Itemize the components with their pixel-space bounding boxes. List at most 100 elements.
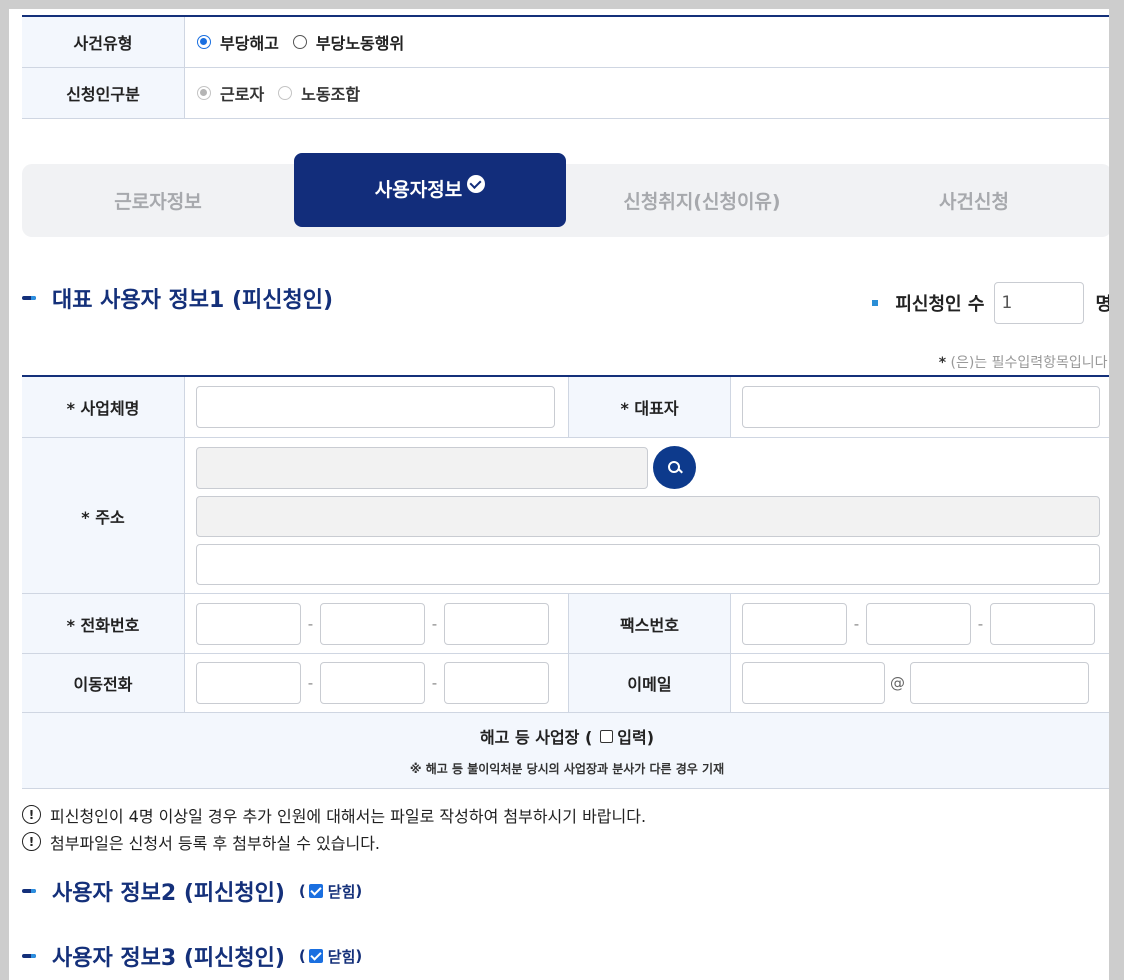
applicant-type-label: 신청인구분	[22, 68, 185, 118]
tab-application-purpose[interactable]: 신청취지(신청이유)	[566, 164, 838, 237]
respondent-count: 피신청인 수 1 명	[872, 282, 1109, 324]
phone-input-3[interactable]	[444, 602, 549, 645]
section3-heading: 사용자 정보3 (피신청인) (닫힘)	[22, 940, 362, 972]
radio-unselected-icon[interactable]	[292, 35, 307, 49]
radio-unfair-labor-practice[interactable]: 부당노동행위	[292, 30, 405, 54]
notice-item: ! 첨부파일은 신청서 등록 후 첨부하실 수 있습니다.	[22, 828, 646, 855]
email-cell: @	[731, 654, 1109, 712]
radio-selected-icon[interactable]	[197, 35, 211, 49]
tab-case-application[interactable]: 사건신청	[838, 164, 1109, 237]
zip-row	[196, 446, 1101, 489]
radio-disabled-icon	[278, 86, 293, 100]
tab-worker-info[interactable]: 근로자정보	[22, 164, 294, 237]
tab-label: 근로자정보	[114, 191, 202, 213]
search-icon	[667, 460, 682, 475]
respondent-count-input[interactable]: 1	[994, 282, 1085, 324]
fax-input-3[interactable]	[990, 602, 1095, 645]
hyphen: -	[853, 614, 860, 633]
required-star: *	[938, 355, 947, 371]
workplace-input-checkbox[interactable]	[600, 729, 614, 743]
case-info-table: 사건유형 부당해고 부당노동행위 신청인구분 근로자 노동조합	[22, 15, 1109, 119]
radio-label: 부당노동행위	[315, 34, 405, 53]
section2-heading: 사용자 정보2 (피신청인) (닫힘)	[22, 875, 362, 907]
email-id-input[interactable]	[742, 662, 885, 704]
section-dash-icon	[22, 296, 36, 300]
section1-title: 대표 사용자 정보1 (피신청인)	[52, 288, 334, 313]
hyphen: -	[431, 674, 438, 692]
case-type-row: 사건유형 부당해고 부당노동행위	[22, 17, 1109, 68]
hyphen: -	[307, 674, 314, 692]
check-circle-icon	[467, 175, 486, 193]
representative-input[interactable]	[742, 386, 1100, 428]
applicant-type-row: 신청인구분 근로자 노동조합	[22, 68, 1109, 119]
section-dash-icon	[22, 889, 36, 893]
form-row-phone: * 전화번호 - - 팩스번호 - -	[22, 594, 1109, 654]
mobile-label: 이동전화	[22, 654, 185, 712]
phone-label: * 전화번호	[22, 594, 185, 653]
tab-label: 사용자정보	[374, 179, 463, 201]
mobile-cell: - -	[185, 654, 568, 712]
fax-label: 팩스번호	[568, 594, 731, 653]
address-detail-input[interactable]	[196, 544, 1100, 585]
notice-text: 첨부파일은 신청서 등록 후 첨부하실 수 있습니다.	[50, 833, 381, 853]
applicant-type-options: 근로자 노동조합	[185, 68, 1109, 118]
checkbox-checked-icon[interactable]	[308, 884, 323, 898]
address-input[interactable]	[196, 496, 1100, 537]
representative-label: * 대표자	[568, 377, 731, 437]
workplace-title: 해고 등 사업장 ( 입력)	[480, 724, 654, 748]
employer-form: * 사업체명 * 대표자 * 주소 * 전화번호 - - 팩스번호 - - 이동…	[22, 375, 1109, 789]
exclamation-circle-icon: !	[22, 832, 41, 851]
page: 사건유형 부당해고 부당노동행위 신청인구분 근로자 노동조합 근로자정보 사용…	[9, 9, 1109, 980]
section3-close-toggle[interactable]: (닫힘)	[299, 946, 362, 967]
required-note-text: (은)는 필수입력항목입니다.	[950, 355, 1109, 371]
radio-unfair-dismissal[interactable]: 부당해고	[197, 30, 279, 54]
exclamation-circle-icon: !	[22, 805, 41, 824]
phone-input-1[interactable]	[196, 602, 301, 645]
workplace-input-label: 입력)	[617, 728, 655, 747]
phone-cell: - -	[185, 594, 568, 653]
mobile-input-2[interactable]	[320, 662, 425, 704]
form-row-mobile: 이동전화 - - 이메일 @	[22, 654, 1109, 713]
zipcode-input[interactable]	[196, 446, 648, 489]
section3-title: 사용자 정보3 (피신청인)	[52, 946, 285, 971]
fax-input-1[interactable]	[742, 602, 847, 645]
form-row-address: * 주소	[22, 438, 1109, 594]
fax-cell: - -	[731, 594, 1109, 653]
workplace-title-text: 해고 등 사업장 (	[479, 728, 593, 747]
hyphen: -	[307, 614, 314, 633]
phone-input-2[interactable]	[320, 602, 425, 645]
hyphen: -	[431, 614, 438, 633]
mobile-input-1[interactable]	[196, 662, 301, 704]
case-type-label: 사건유형	[22, 17, 185, 67]
section-dash-icon	[22, 954, 36, 958]
address-search-button[interactable]	[653, 446, 696, 489]
required-note: * (은)는 필수입력항목입니다.	[939, 352, 1109, 372]
email-domain-input[interactable]	[910, 662, 1089, 704]
tab-employer-info[interactable]: 사용자정보	[294, 153, 566, 227]
mobile-input-3[interactable]	[444, 662, 549, 704]
notice-item: ! 피신청인이 4명 이상일 경우 추가 인원에 대해서는 파일로 작성하여 첨…	[22, 801, 646, 828]
toggle-label: 닫힘	[327, 947, 356, 966]
radio-disabled-selected-icon	[197, 86, 211, 100]
representative-cell	[731, 377, 1109, 437]
notice-text: 피신청인이 4명 이상일 경우 추가 인원에 대해서는 파일로 작성하여 첨부하…	[50, 806, 647, 826]
section2-close-toggle[interactable]: (닫힘)	[299, 881, 362, 902]
address-cell	[185, 438, 1109, 593]
section1-heading: 대표 사용자 정보1 (피신청인)	[22, 282, 333, 314]
radio-label: 근로자	[220, 85, 265, 104]
radio-label: 부당해고	[220, 34, 279, 53]
fax-input-2[interactable]	[866, 602, 971, 645]
business-name-label: * 사업체명	[22, 377, 185, 437]
tab-label: 신청취지(신청이유)	[623, 191, 781, 213]
business-name-input[interactable]	[196, 386, 555, 428]
hyphen: -	[977, 614, 984, 633]
radio-worker: 근로자	[197, 81, 264, 105]
address-label: * 주소	[22, 438, 185, 593]
respondent-count-label: 피신청인 수	[895, 294, 985, 315]
workplace-row: 해고 등 사업장 ( 입력) ※ 해고 등 불이익처분 당시의 사업장과 분사가…	[22, 713, 1109, 789]
at-sign: @	[890, 674, 905, 692]
radio-label: 노동조합	[301, 85, 361, 104]
form-row-business: * 사업체명 * 대표자	[22, 377, 1109, 438]
checkbox-checked-icon[interactable]	[308, 949, 323, 963]
business-name-cell	[185, 377, 568, 437]
